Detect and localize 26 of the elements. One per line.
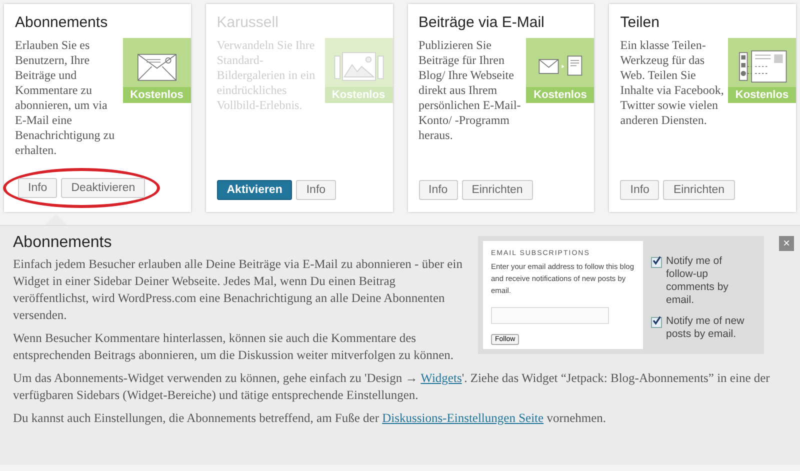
card-title: Teilen xyxy=(620,14,660,31)
price-badge: Kostenlos xyxy=(526,87,594,103)
card-button[interactable]: Deaktivieren xyxy=(61,178,146,198)
card-description: Publizieren Sie Beiträge für Ihren Blog/ Ihre Webseite direkt aus Ihrem persönlichen E-Mail-Konto/ -Programm heraus. xyxy=(418,38,522,143)
text-link[interactable]: Widgets xyxy=(420,371,462,385)
close-button[interactable]: × xyxy=(779,236,794,251)
paragraph: Einfach jedem Besucher erlauben alle Deine Beiträge via E-Mail zu abonnieren - über ein Widget in einer Sidebar Deiner Webseite. Jedes Mal, wenn Du einen Beitrag veröffentlichst, wird WordPress.com eine Benachrichtigung an alle Deine Abonnenten versenden. xyxy=(13,256,464,324)
paragraph: Um das Abonnements-Widget verwenden zu können, gehe einfach zu 'Design → Widgets'. Ziehe das Widget “Jetpack: Blog-Abonnements” in eine der verfügbaren Sidebars (Widget-Bereiche) und tätige entsprechende Einstellungen. xyxy=(13,370,771,404)
checkbox-label: Notify me of follow-up comments by email. xyxy=(666,255,730,307)
card-button[interactable]: Info xyxy=(18,178,58,198)
checkbox-label: Notify me of new posts by email. xyxy=(666,315,746,341)
card-title: Beiträge via E-Mail xyxy=(418,14,546,31)
card-title: Abonnements xyxy=(15,14,109,31)
card-button[interactable]: Info xyxy=(418,180,458,200)
price-badge: Kostenlos xyxy=(728,87,796,103)
text-link[interactable]: Diskussions-Einstellungen Seite xyxy=(382,411,544,425)
card-description: Ein klasse Teilen-Werkzeug für das Web. Teilen Sie Inhalte via Facebook, Twitter sowie vielen anderen Diensten. xyxy=(620,38,724,128)
price-badge: Kostenlos xyxy=(324,87,392,103)
paragraph: Wenn Besucher Kommentare hinterlassen, können sie auch die Kommentare des entsprechenden Beitrags abonnieren, um die Diskussion weiter mitverfolgen zu können. xyxy=(13,330,455,364)
detail-title: Abonnements xyxy=(13,234,113,252)
price-badge: Kostenlos xyxy=(122,87,191,103)
card-button[interactable]: Info xyxy=(620,180,660,200)
card-button[interactable]: Einrichten xyxy=(462,180,533,200)
paragraph: Du kannst auch Einstellungen, die Abonnements betreffend, am Fuße der Diskussions-Einstellungen Seite vornehmen. xyxy=(13,410,608,427)
card-description: Erlauben Sie es Benutzern, Ihre Beiträge und Kommentare zu abonnieren, um via E-Mail eine Benachrichtigung zu erhalten. xyxy=(15,38,116,158)
card-button[interactable]: Einrichten xyxy=(663,180,735,200)
